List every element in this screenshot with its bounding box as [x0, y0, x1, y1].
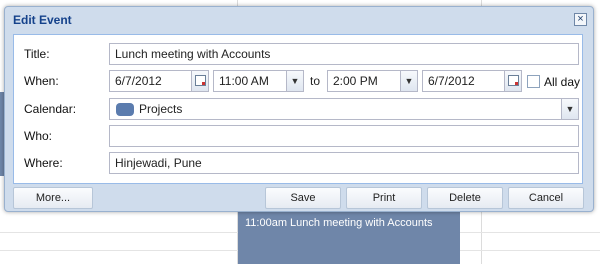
dialog-titlebar[interactable]: Edit Event ×	[5, 7, 593, 33]
when-label: When:	[24, 74, 59, 88]
all-day-label: All day	[544, 75, 581, 89]
title-input[interactable]: Lunch meeting with Accounts	[109, 43, 579, 65]
calendar-picker-icon[interactable]	[504, 71, 521, 91]
end-date-field[interactable]: 6/7/2012	[422, 70, 522, 92]
calendar-select-value: Projects	[139, 102, 183, 116]
background-event[interactable]: 11:00am Lunch meeting with Accounts	[238, 210, 460, 264]
where-input-value: Hinjewadi, Pune	[115, 156, 202, 170]
save-button[interactable]: Save	[265, 187, 341, 209]
calendar-picker-icon[interactable]	[191, 71, 208, 91]
calendar-select[interactable]: Projects ▼	[109, 98, 579, 120]
title-label: Title:	[24, 47, 50, 61]
delete-button[interactable]: Delete	[427, 187, 503, 209]
where-label: Where:	[24, 156, 63, 170]
chevron-down-icon[interactable]: ▼	[561, 99, 578, 119]
end-date-value: 6/7/2012	[428, 74, 475, 88]
print-button[interactable]: Print	[346, 187, 422, 209]
who-input[interactable]	[109, 125, 579, 147]
to-label: to	[310, 74, 321, 88]
chevron-down-icon[interactable]: ▼	[286, 71, 303, 91]
start-date-value: 6/7/2012	[115, 74, 162, 88]
start-time-value: 11:00 AM	[219, 74, 269, 88]
all-day-checkbox[interactable]	[527, 75, 540, 88]
calendar-color-swatch	[116, 103, 134, 116]
start-time-field[interactable]: 11:00 AM ▼	[213, 70, 304, 92]
dialog-title: Edit Event	[13, 13, 72, 27]
background-event-text: 11:00am Lunch meeting with Accounts	[245, 217, 433, 229]
end-time-field[interactable]: 2:00 PM ▼	[327, 70, 418, 92]
calendar-label: Calendar:	[24, 102, 77, 116]
more-button[interactable]: More...	[13, 187, 93, 209]
cancel-button[interactable]: Cancel	[508, 187, 584, 209]
close-icon[interactable]: ×	[574, 13, 587, 26]
chevron-down-icon[interactable]: ▼	[400, 71, 417, 91]
form-panel: Title: Lunch meeting with Accounts When:…	[13, 34, 583, 184]
title-input-value: Lunch meeting with Accounts	[115, 47, 271, 61]
where-input[interactable]: Hinjewadi, Pune	[109, 152, 579, 174]
who-label: Who:	[24, 129, 53, 143]
end-time-value: 2:00 PM	[333, 74, 378, 88]
start-date-field[interactable]: 6/7/2012	[109, 70, 209, 92]
edit-event-dialog: Edit Event × Title: Lunch meeting with A…	[4, 6, 594, 212]
